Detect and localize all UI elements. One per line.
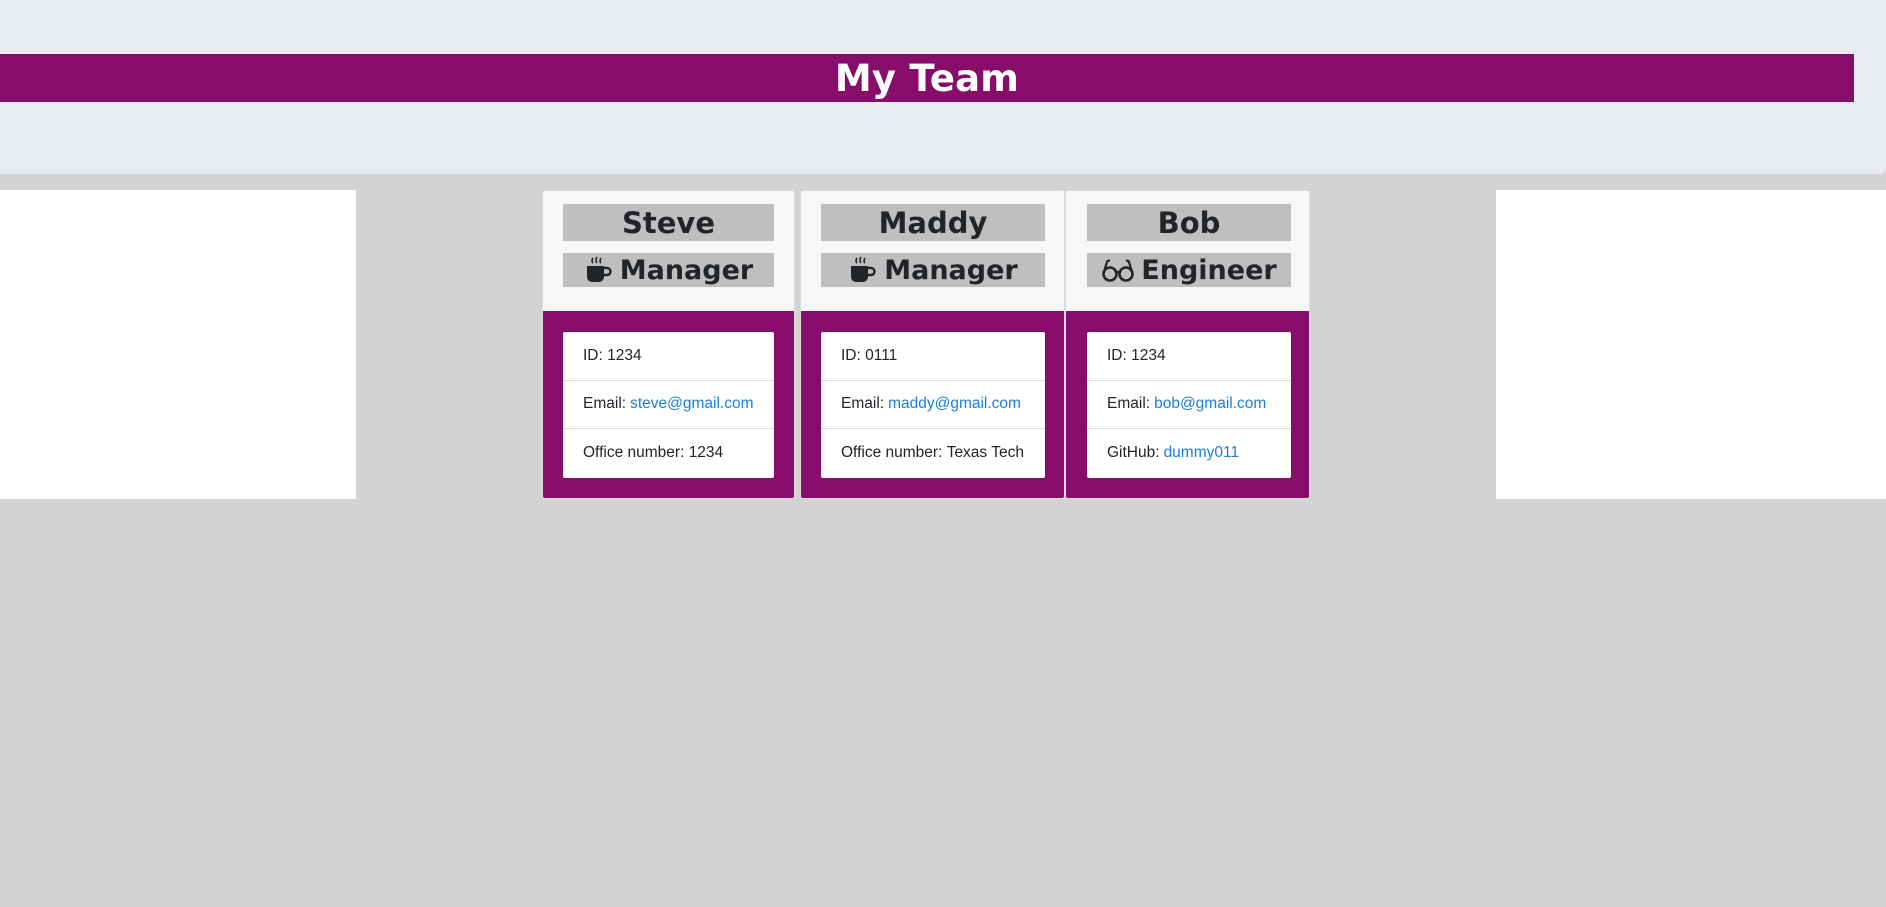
id-label: ID: [841, 346, 861, 364]
email-label: Email: [1107, 395, 1151, 413]
list-item-id: ID: 0111 [821, 332, 1045, 381]
office-label: Office number: [841, 444, 943, 462]
card-header: Maddy Manager [801, 191, 1064, 311]
office-value: 1234 [688, 444, 724, 462]
list-item-id: ID: 1234 [563, 332, 774, 381]
employee-card-steve: Steve Manager ID: 1234 Email: steve@gmail… [542, 190, 795, 499]
role-label: Manager [884, 254, 1018, 286]
title-banner: My Team [0, 54, 1854, 102]
list-item-id: ID: 1234 [1087, 332, 1291, 381]
role-label: Manager [619, 254, 754, 286]
page-title: My Team [834, 56, 1020, 100]
email-link[interactable]: bob@gmail.com [1154, 395, 1266, 413]
id-label: ID: [1107, 346, 1127, 364]
email-link[interactable]: steve@gmail.com [630, 395, 753, 413]
role-label: Engineer [1141, 254, 1277, 286]
card-body: ID: 1234 Email: bob@gmail.com GitHub: dumm… [1066, 311, 1309, 498]
office-label: Office number: [583, 444, 685, 462]
employee-card-maddy: Maddy Manager ID: 0111 Email: maddy@gmail… [800, 190, 1065, 499]
card-body: ID: 1234 Email: steve@gmail.com Office nu… [543, 311, 794, 498]
id-label: ID: [583, 346, 603, 364]
list-item-email: Email: steve@gmail.com [563, 381, 774, 430]
office-value: Texas Tech [946, 444, 1024, 462]
details-list: ID: 1234 Email: bob@gmail.com GitHub: dumm… [1087, 332, 1291, 478]
list-item-office: Office number: 1234 [563, 429, 774, 478]
employee-role: Manager [821, 253, 1045, 287]
right-blank-panel [1496, 190, 1886, 499]
github-link[interactable]: dummy011 [1164, 444, 1240, 462]
left-blank-panel [0, 190, 356, 499]
email-label: Email: [583, 395, 627, 413]
github-label: GitHub: [1107, 444, 1160, 462]
coffee-mug-icon [848, 255, 878, 285]
glasses-icon [1101, 255, 1135, 285]
id-value: 1234 [1131, 346, 1166, 364]
employee-name: Maddy [821, 204, 1045, 241]
card-header: Bob Engineer [1066, 191, 1309, 311]
id-value: 1234 [607, 346, 642, 364]
page-header: My Team [0, 0, 1886, 174]
email-label: Email: [841, 395, 885, 413]
employee-card-bob: Bob Engineer ID: 1234 Email: bob@gmail.co… [1065, 190, 1310, 499]
list-item-office: Office number: Texas Tech [821, 429, 1045, 478]
employee-role: Manager [563, 253, 774, 287]
list-item-github: GitHub: dummy011 [1087, 429, 1291, 478]
details-list: ID: 1234 Email: steve@gmail.com Office nu… [563, 332, 774, 478]
details-list: ID: 0111 Email: maddy@gmail.com Office nu… [821, 332, 1045, 478]
card-header: Steve Manager [543, 191, 794, 311]
list-item-email: Email: bob@gmail.com [1087, 381, 1291, 430]
list-item-email: Email: maddy@gmail.com [821, 381, 1045, 430]
coffee-mug-icon [584, 255, 614, 285]
employee-name: Bob [1087, 204, 1291, 241]
card-body: ID: 0111 Email: maddy@gmail.com Office nu… [801, 311, 1064, 498]
id-value: 0111 [865, 346, 898, 364]
employee-name: Steve [563, 204, 774, 241]
employee-role: Engineer [1087, 253, 1291, 287]
email-link[interactable]: maddy@gmail.com [888, 395, 1021, 413]
